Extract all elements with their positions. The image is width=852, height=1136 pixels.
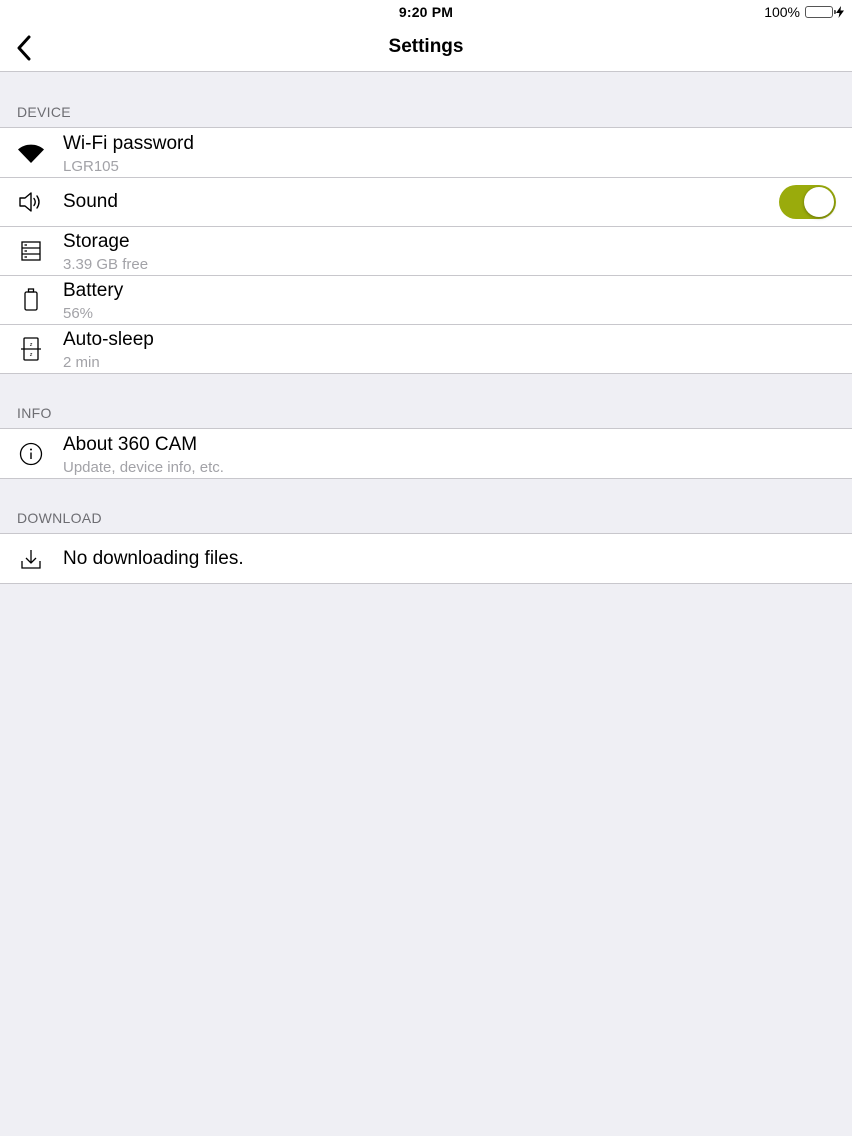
wifi-password-label: Wi-Fi password — [63, 133, 194, 154]
battery-label: Battery — [63, 280, 124, 301]
svg-text:z: z — [30, 352, 33, 358]
battery-row[interactable]: Battery 56% — [0, 275, 852, 324]
battery-percent: 100% — [764, 4, 800, 20]
download-status: No downloading files. — [63, 548, 244, 569]
storage-label: Storage — [63, 231, 130, 252]
status-right: 100% — [764, 4, 844, 20]
navigation-bar: Settings — [0, 24, 852, 72]
download-icon — [17, 545, 45, 573]
status-time: 9:20 PM — [398, 4, 454, 20]
section-header-download: DOWNLOAD — [17, 510, 102, 526]
speaker-icon — [17, 188, 45, 216]
auto-sleep-icon: z z — [17, 335, 45, 363]
info-icon — [17, 440, 45, 468]
battery-value: 56% — [63, 305, 94, 322]
about-label: About 360 CAM — [63, 434, 198, 455]
battery-full-icon — [805, 6, 836, 18]
page-title: Settings — [388, 36, 464, 57]
svg-text:z: z — [30, 342, 33, 348]
section-header-device: DEVICE — [17, 104, 71, 120]
about-row[interactable]: About 360 CAM Update, device info, etc. — [0, 429, 852, 478]
info-group: About 360 CAM Update, device info, etc. — [0, 428, 852, 479]
about-sub: Update, device info, etc. — [63, 459, 224, 476]
auto-sleep-row[interactable]: z z Auto-sleep 2 min — [0, 324, 852, 373]
section-header-info: INFO — [17, 405, 52, 421]
download-row: No downloading files. — [0, 534, 852, 583]
sound-row: Sound — [0, 177, 852, 226]
storage-row[interactable]: Storage 3.39 GB free — [0, 226, 852, 275]
bolt-icon — [836, 6, 844, 18]
download-group: No downloading files. — [0, 533, 852, 584]
wifi-icon — [17, 139, 45, 167]
storage-icon — [17, 237, 45, 265]
toggle-knob — [804, 187, 834, 217]
device-group: Wi-Fi password LGR105 Sound Storage 3.39… — [0, 127, 852, 374]
sound-label: Sound — [63, 191, 118, 212]
battery-icon — [17, 286, 45, 314]
auto-sleep-value: 2 min — [63, 354, 100, 371]
status-bar: 9:20 PM 100% — [0, 0, 852, 24]
auto-sleep-label: Auto-sleep — [63, 329, 154, 350]
storage-value: 3.39 GB free — [63, 256, 149, 273]
wifi-password-row[interactable]: Wi-Fi password LGR105 — [0, 128, 852, 177]
sound-toggle[interactable] — [779, 185, 836, 219]
wifi-password-value: LGR105 — [63, 158, 119, 175]
